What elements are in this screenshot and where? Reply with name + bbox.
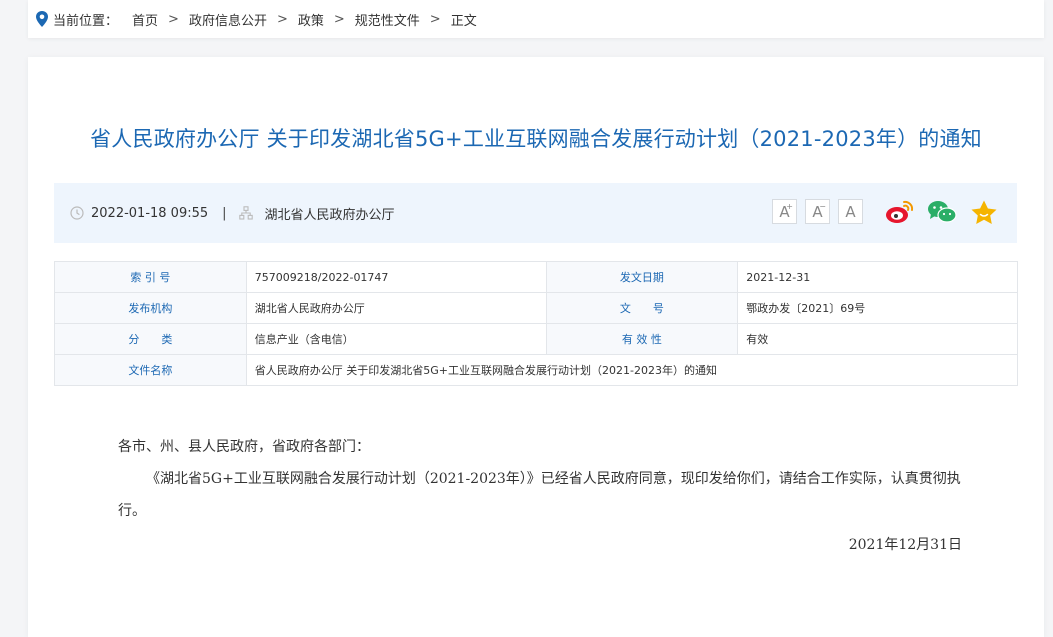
plus-icon: + [786, 202, 793, 211]
wechat-icon[interactable] [927, 199, 957, 225]
document-info-table: 索 引 号 757009218/2022-01747 发文日期 2021-12-… [54, 261, 1019, 386]
breadcrumb-normative-docs[interactable]: 规范性文件 [355, 10, 420, 29]
table-row: 发布机构 湖北省人民政府办公厅 文 号 鄂政办发〔2021〕69号 [54, 292, 1018, 324]
breadcrumb-separator: > [168, 11, 179, 27]
breadcrumb-lead: 当前位置： [53, 13, 119, 29]
breadcrumb-separator: > [333, 11, 345, 27]
validity-label: 有 效 性 [545, 323, 739, 355]
document-number-value: 鄂政办发〔2021〕69号 [737, 292, 1018, 324]
document-name-label: 文件名称 [54, 354, 247, 386]
breadcrumb: 当前位置： 首页 > 政府信息公开 > 政策 > 规范性文件 > 正文 [28, 0, 1044, 38]
issue-date-value: 2021-12-31 [737, 261, 1018, 293]
body-paragraph: 《湖北省5G+工业互联网融合发展行动计划（2021-2023年）》已经省人民政府… [118, 471, 961, 519]
table-row: 索 引 号 757009218/2022-01747 发文日期 2021-12-… [54, 261, 1018, 293]
font-decrease-button[interactable]: A − [805, 199, 830, 224]
font-increase-button[interactable]: A + [772, 199, 797, 224]
salutation: 各市、州、县人民政府，省政府各部门： [118, 439, 370, 455]
meta-separator: | [222, 205, 227, 221]
font-reset-button[interactable]: A [838, 199, 863, 224]
table-row: 文件名称 省人民政府办公厅 关于印发湖北省5G+工业互联网融合发展行动计划（20… [54, 354, 1019, 386]
clock-icon [70, 206, 84, 220]
index-number-value: 757009218/2022-01747 [245, 261, 547, 293]
article-card: 省人民政府办公厅 关于印发湖北省5G+工业互联网融合发展行动计划（2021-20… [28, 57, 1044, 637]
location-pin-icon [36, 11, 48, 27]
weibo-icon[interactable] [885, 199, 915, 225]
breadcrumb-policy[interactable]: 政策 [298, 10, 324, 29]
font-reset-label: A [845, 202, 856, 221]
article-title: 省人民政府办公厅 关于印发湖北省5G+工业互联网融合发展行动计划（2021-20… [90, 127, 982, 151]
issuing-agency-label: 发布机构 [54, 292, 247, 324]
category-label: 分 类 [54, 323, 247, 355]
publisher-name: 湖北省人民政府办公厅 [264, 207, 395, 223]
table-row: 分 类 信息产业（含电信） 有 效 性 有效 [54, 323, 1018, 355]
favorite-star-icon[interactable] [969, 199, 999, 225]
breadcrumb-separator: > [276, 11, 288, 27]
share-controls [885, 199, 1011, 225]
breadcrumb-home[interactable]: 首页 [132, 10, 158, 29]
breadcrumb-separator: > [429, 11, 441, 27]
breadcrumb-gov-info[interactable]: 政府信息公开 [189, 10, 267, 29]
document-name-value: 省人民政府办公厅 关于印发湖北省5G+工业互联网融合发展行动计划（2021-20… [245, 354, 1019, 386]
issue-date-label: 发文日期 [545, 261, 739, 293]
breadcrumb-current: 正文 [450, 13, 477, 29]
category-value: 信息产业（含电信） [245, 323, 547, 355]
minus-icon: − [819, 202, 826, 211]
index-number-label: 索 引 号 [54, 261, 247, 293]
signature-date: 2021年12月31日 [848, 537, 962, 553]
issuing-agency-value: 湖北省人民政府办公厅 [245, 292, 547, 324]
publish-datetime: 2022-01-18 09:55 [91, 205, 209, 221]
font-size-controls: A + A − A [772, 199, 871, 224]
document-number-label: 文 号 [545, 292, 739, 324]
article-meta-bar: 2022-01-18 09:55 | 湖北省人民政府办公厅 A + A − A [54, 183, 1017, 243]
article-body: 各市、州、县人民政府，省政府各部门： 《湖北省5G+工业互联网融合发展行动计划（… [118, 431, 968, 561]
organization-icon [238, 206, 253, 220]
validity-value: 有效 [737, 323, 1018, 355]
